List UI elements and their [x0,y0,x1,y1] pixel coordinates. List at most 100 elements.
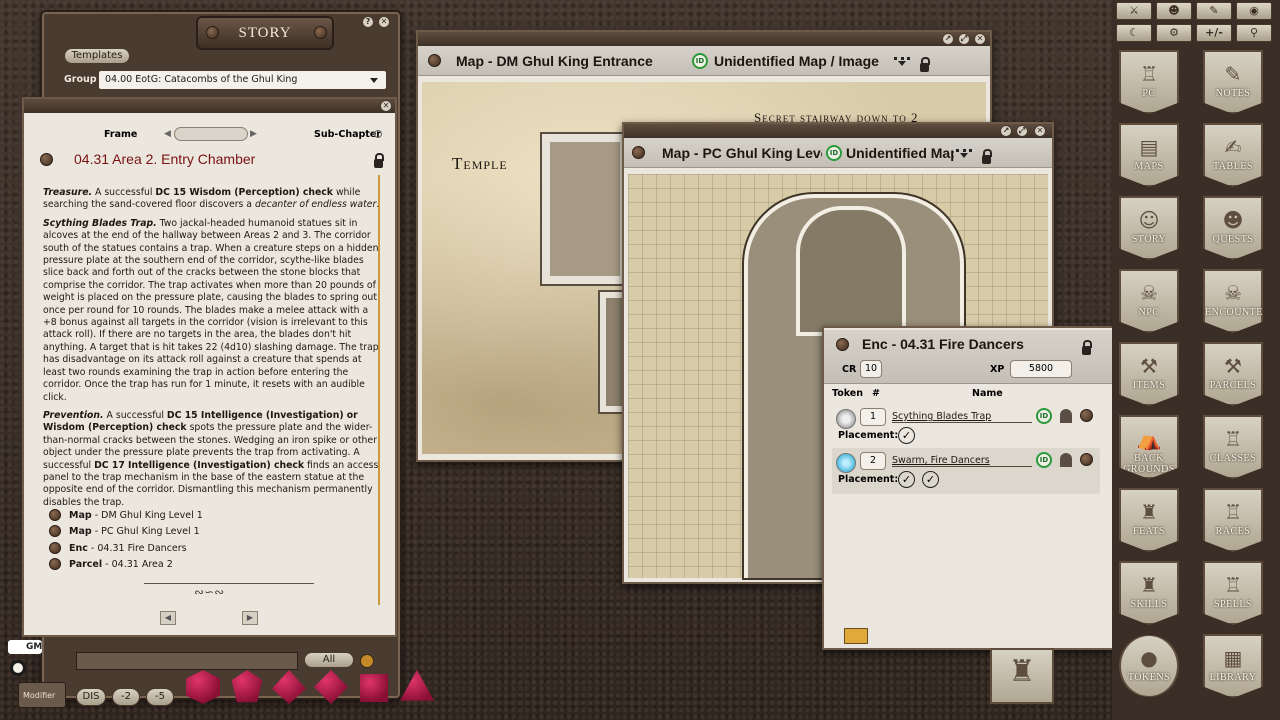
lock-icon[interactable] [982,149,992,164]
sidebar-item-notes[interactable]: ✎ NOTES [1203,50,1263,114]
sidebar-item-back-grounds[interactable]: ⛺ BACK GROUNDS [1119,415,1179,479]
lock-icon[interactable] [374,153,384,168]
identified-icon[interactable]: ID [826,145,842,161]
options-button[interactable]: ⚙ [1156,24,1192,42]
sidebar-item-items[interactable]: ⚒ ITEMS [1119,342,1179,406]
link-label: Map - DM Ghul King Level 1 [69,509,203,523]
faction-icon[interactable] [1060,409,1072,423]
link-knob-icon[interactable] [632,146,645,159]
identified-icon[interactable]: ID [1036,452,1052,468]
sidebar-item-maps[interactable]: ▤ MAPS [1119,123,1179,187]
effects-button[interactable]: ⚲ [1236,24,1272,42]
count-field[interactable]: 1 [860,408,886,426]
modifier-minus-5-button[interactable]: -5 [146,688,174,706]
sidebar-item-quests[interactable]: ☻ QUESTS [1203,196,1263,260]
share-icon[interactable] [894,57,910,67]
filter-input[interactable] [76,652,298,670]
link-knob-icon[interactable] [1080,409,1093,422]
color-button[interactable]: ◉ [1236,2,1272,20]
sidebar-item-parcels[interactable]: ⚒ PARCELS [1203,342,1263,406]
sidebar-item-tokens[interactable]: ● TOKENS [1119,634,1179,698]
share-icon[interactable] [956,149,972,159]
window-titlebar[interactable] [24,99,395,113]
count-field[interactable]: 2 [860,452,886,470]
sidebar-item-skills[interactable]: ♜ SKILLS [1119,561,1179,625]
sidebar-item-story[interactable]: ☺ STORY [1119,196,1179,260]
sidebar-item-npc[interactable]: ☠ NPC [1119,269,1179,333]
link-knob-icon[interactable] [836,338,849,351]
group-select[interactable]: 04.00 EotG: Catacombs of the Ghul King [98,70,387,90]
modifiers-button[interactable]: +/- [1196,24,1232,42]
add-entry-icon[interactable] [360,654,374,668]
templates-button[interactable]: Templates [64,48,130,64]
placement-check-icon[interactable]: ✓ [898,427,915,444]
resize-icon[interactable]: ⤢ [1016,125,1028,137]
resize-icon[interactable]: ⤢ [958,33,970,45]
chat-mode-badge[interactable]: GM [8,640,42,654]
faction-icon[interactable] [1060,453,1072,467]
link-knob-icon[interactable] [1080,453,1093,466]
link-knob-icon[interactable] [40,153,53,166]
creature-link[interactable]: Scything Blades Trap [892,411,1032,423]
token-image[interactable] [836,409,856,429]
sidebar-item-label: RACES [1215,526,1251,537]
sack-icon: ⚒ [1224,354,1242,378]
sidebar-item-races[interactable]: ♖ RACES [1203,488,1263,552]
subchapter-radio[interactable] [374,130,382,138]
token-image[interactable] [836,453,856,473]
lock-icon[interactable] [1082,340,1092,355]
identified-icon[interactable]: ID [1036,408,1052,424]
dis-button[interactable]: DIS [76,688,106,706]
sidebar-item-spells[interactable]: ♖ SPELLS [1203,561,1263,625]
window-titlebar[interactable] [418,32,990,46]
calendar-button[interactable]: ✎ [1196,2,1232,20]
lock-icon[interactable] [920,57,930,72]
close-icon[interactable]: ✕ [974,33,986,45]
page-prev-button[interactable]: ◀ [160,611,176,625]
help-icon[interactable]: ? [362,16,374,28]
hat-icon: ♜ [1140,500,1158,524]
d4-icon[interactable] [400,670,434,701]
modifier-box[interactable]: Modifier [18,682,66,708]
placement-check-icon[interactable]: ✓ [898,471,915,488]
close-icon[interactable]: ✕ [378,16,390,28]
close-icon[interactable]: ✕ [380,100,392,112]
item-text: decanter of endless water [254,199,377,211]
creature-link[interactable]: Swarm, Fire Dancers [892,455,1032,467]
sidebar-item-classes[interactable]: ♖ CLASSES [1203,415,1263,479]
expand-icon[interactable]: ↗ [942,33,954,45]
sidebar-item-pc[interactable]: ♖ PC [1119,50,1179,114]
page-next-button[interactable]: ▶ [242,611,258,625]
expand-icon[interactable]: ↗ [1000,125,1012,137]
frame-next-icon[interactable]: ▶ [250,129,257,139]
sidebar-item-castle[interactable]: ♜ [990,648,1054,704]
xp-field[interactable]: 5800 [1010,360,1072,378]
story-entry-window: ✕ Frame ◀ ▶ Sub-Chapter 04.31 Area 2. En… [22,97,397,637]
token-icon: ● [1140,646,1158,670]
story-title[interactable]: 04.31 Area 2. Entry Chamber [74,151,255,167]
filter-all-button[interactable]: All [304,652,354,668]
placement-check-icon[interactable]: ✓ [922,471,939,488]
story-knob-icon[interactable] [314,26,327,39]
placement-label: Placement: [838,430,899,441]
cr-field[interactable]: 10 [860,360,882,378]
party-sheet-button[interactable]: ☻ [1156,2,1192,20]
lighting-button[interactable]: ☾ [1116,24,1152,42]
envelope-icon[interactable] [844,628,868,644]
identified-icon[interactable]: ID [692,53,708,69]
sidebar-item-tables[interactable]: ✍ TABLES [1203,123,1263,187]
sidebar-item-feats[interactable]: ♜ FEATS [1119,488,1179,552]
sidebar-item-encounters[interactable]: ☠ ENCOUNTERS [1203,269,1263,333]
story-knob-icon[interactable] [206,26,219,39]
close-icon[interactable]: ✕ [1034,125,1046,137]
frame-prev-icon[interactable]: ◀ [164,129,171,139]
link-knob-icon[interactable] [428,54,441,67]
window-titlebar[interactable] [624,124,1052,138]
frame-slider[interactable] [174,127,248,141]
sidebar-item-library[interactable]: ▦ LIBRARY [1203,634,1263,698]
modifier-minus-2-button[interactable]: -2 [112,688,140,706]
sidebar-item-label: LIBRARY [1209,672,1257,683]
d6-icon[interactable] [360,674,388,702]
combat-tracker-button[interactable]: ⚔ [1116,2,1152,20]
gear-icon[interactable] [10,660,26,676]
